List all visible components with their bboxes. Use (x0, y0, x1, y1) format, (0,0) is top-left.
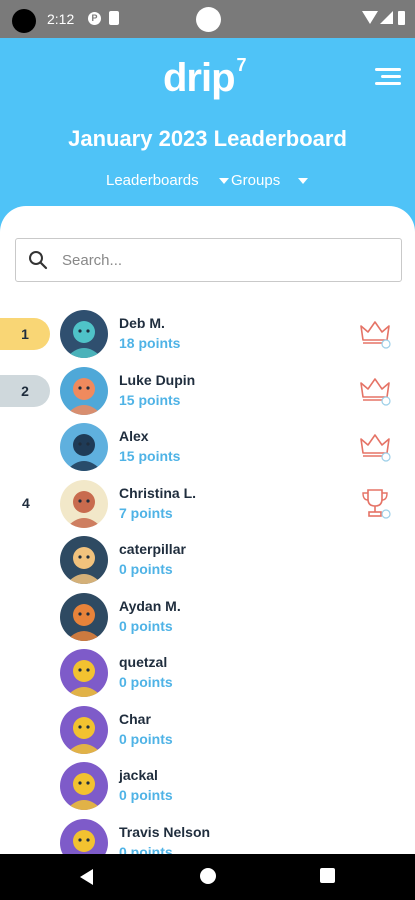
player-points: 7 points (119, 504, 173, 521)
leaderboard-row[interactable]: Char 0 points (0, 702, 415, 758)
crown-icon (360, 434, 391, 462)
camera-cutout (12, 9, 36, 33)
player-points: 0 points (119, 730, 173, 747)
logo-superscript: 7 (236, 54, 247, 75)
system-nav-bar (0, 854, 415, 900)
player-name: Aydan M. (119, 597, 181, 614)
lion-avatar (60, 479, 108, 528)
leaderboard-row[interactable]: Alex 15 points (0, 419, 415, 475)
wifi-icon (362, 11, 378, 24)
player-name: Char (119, 710, 151, 727)
back-icon[interactable] (80, 869, 93, 885)
trophy-icon (362, 488, 391, 519)
player-name: Deb M. (119, 315, 165, 331)
giraffe-avatar (60, 536, 108, 584)
player-points: 0 points (119, 674, 173, 690)
rank-badge: 1 (0, 318, 50, 350)
leaderboard-row[interactable]: Aydan M. 0 points (0, 589, 415, 645)
logo-text: drip (163, 56, 236, 100)
leaderboard-panel: 1Deb M.18 points2Luke Dupin15 pointsAlex… (0, 206, 415, 867)
diver-avatar (60, 310, 108, 358)
leaderboard-row[interactable]: 1 Deb M. 18 points (0, 306, 415, 362)
player-name: Luke Dupin (119, 371, 196, 388)
chevron-down-icon[interactable] (298, 178, 308, 184)
top-hat-avatar (60, 423, 108, 471)
search-input[interactable] (60, 248, 384, 272)
app-logo: drip 7 (163, 54, 247, 101)
leaderboards-dropdown[interactable]: Leaderboards (106, 172, 199, 189)
player-name: Christina L. (119, 484, 197, 501)
crown-icon (360, 377, 391, 406)
player-points: 15 points (119, 391, 181, 408)
leaderboard-row[interactable]: quetzal 0 points (0, 645, 415, 701)
bird-avatar (60, 649, 108, 697)
status-time: 2:12 (47, 11, 75, 27)
sim-card-icon (109, 11, 119, 25)
leaderboard-row[interactable]: caterpillar 0 points (0, 532, 415, 588)
player-name: Travis Nelson (119, 823, 211, 840)
player-points: 15 points (119, 448, 181, 464)
player-points: 18 points (119, 335, 181, 351)
notification-icon: P (88, 12, 101, 25)
bird-avatar (60, 762, 108, 810)
octopus-avatar (60, 366, 108, 415)
rank-badge: 2 (0, 374, 50, 407)
player-name: jackal (119, 767, 158, 783)
page-title: January 2023 Leaderboard (68, 126, 347, 151)
fox-avatar (60, 592, 108, 641)
battery-icon (398, 11, 405, 25)
cell-signal-icon (380, 11, 393, 24)
groups-dropdown[interactable]: Groups (231, 172, 280, 189)
status-indicator-icon (196, 7, 221, 32)
search-box[interactable] (15, 238, 402, 282)
chevron-down-icon[interactable] (219, 178, 229, 184)
leaderboard-row[interactable]: 4 Christina L. 7 points (0, 476, 415, 532)
status-bar: 2:12 P (0, 0, 415, 38)
player-points: 0 points (119, 787, 173, 803)
menu-icon[interactable] (375, 68, 401, 86)
leaderboard-row[interactable]: jackal 0 points (0, 758, 415, 814)
crown-icon (360, 321, 391, 349)
player-name: Alex (119, 428, 149, 444)
player-points: 0 points (119, 617, 173, 634)
bird-avatar (60, 705, 108, 754)
player-points: 0 points (119, 561, 173, 577)
rank-number: 4 (22, 494, 30, 511)
recent-apps-icon[interactable] (320, 868, 335, 883)
player-name: quetzal (119, 654, 168, 670)
player-name: caterpillar (119, 541, 186, 557)
home-icon[interactable] (200, 868, 216, 884)
leaderboard-row[interactable]: 2 Luke Dupin 15 points (0, 363, 415, 419)
search-icon (29, 251, 48, 270)
